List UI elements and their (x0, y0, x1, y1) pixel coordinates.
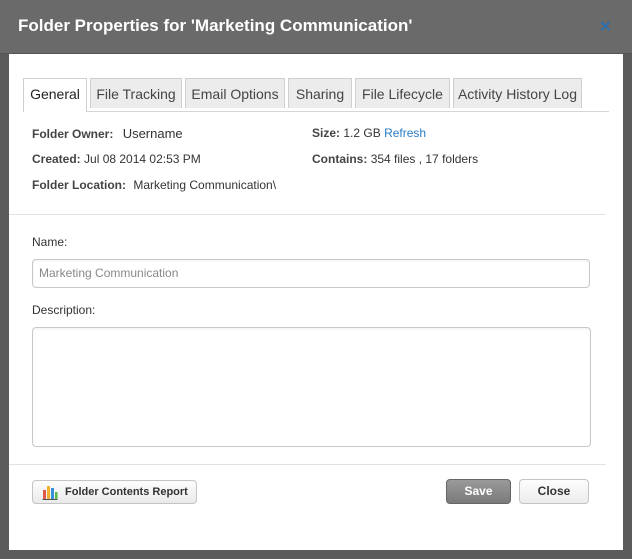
description-label: Description: (32, 303, 96, 317)
close-button[interactable]: Close (519, 479, 589, 504)
folder-location-value: Marketing Communication\ (133, 178, 277, 192)
created-label: Created: (32, 152, 81, 166)
tab-general[interactable]: General (23, 78, 87, 112)
contains-value: 354 files , 17 folders (370, 152, 479, 166)
folder-contents-report-button[interactable]: Folder Contents Report (32, 480, 197, 504)
contains-row: Contains: 354 files , 17 folders (312, 152, 478, 166)
tab-email-options[interactable]: Email Options (185, 78, 285, 108)
bar-chart-icon (42, 486, 58, 500)
folder-owner-value: Username (122, 126, 183, 141)
dialog-titlebar: Folder Properties for 'Marketing Communi… (0, 0, 632, 54)
folder-owner-label: Folder Owner: (32, 127, 114, 141)
contains-label: Contains: (312, 152, 368, 166)
tab-sharing[interactable]: Sharing (288, 78, 352, 108)
folder-contents-report-label: Folder Contents Report (65, 486, 188, 498)
description-textarea[interactable] (32, 327, 591, 447)
folder-location-label: Folder Location: (32, 178, 126, 192)
folder-location-row: Folder Location: Marketing Communication… (32, 178, 276, 192)
name-input[interactable]: Marketing Communication (32, 259, 590, 288)
tab-activity-history-log[interactable]: Activity History Log (453, 78, 582, 108)
size-label: Size: (312, 126, 341, 140)
dialog-body: General File Tracking Email Options Shar… (9, 54, 623, 550)
save-button[interactable]: Save (446, 479, 511, 504)
created-row: Created: Jul 08 2014 02:53 PM (32, 152, 201, 166)
dialog-title: Folder Properties for 'Marketing Communi… (18, 16, 413, 35)
size-row: Size: 1.2 GB Refresh (312, 126, 426, 140)
divider-bottom (9, 464, 606, 465)
folder-properties-dialog: Folder Properties for 'Marketing Communi… (0, 0, 632, 559)
created-value: Jul 08 2014 02:53 PM (84, 152, 201, 166)
folder-owner-row: Folder Owner: Username (32, 126, 183, 141)
divider (9, 214, 606, 215)
close-icon[interactable]: × (599, 16, 612, 35)
name-label: Name: (32, 235, 68, 249)
refresh-link[interactable]: Refresh (384, 126, 426, 140)
tab-file-lifecycle[interactable]: File Lifecycle (355, 78, 450, 108)
size-value: 1.2 GB (343, 126, 381, 140)
tab-bar: General File Tracking Email Options Shar… (23, 78, 609, 112)
tab-file-tracking[interactable]: File Tracking (90, 78, 182, 108)
